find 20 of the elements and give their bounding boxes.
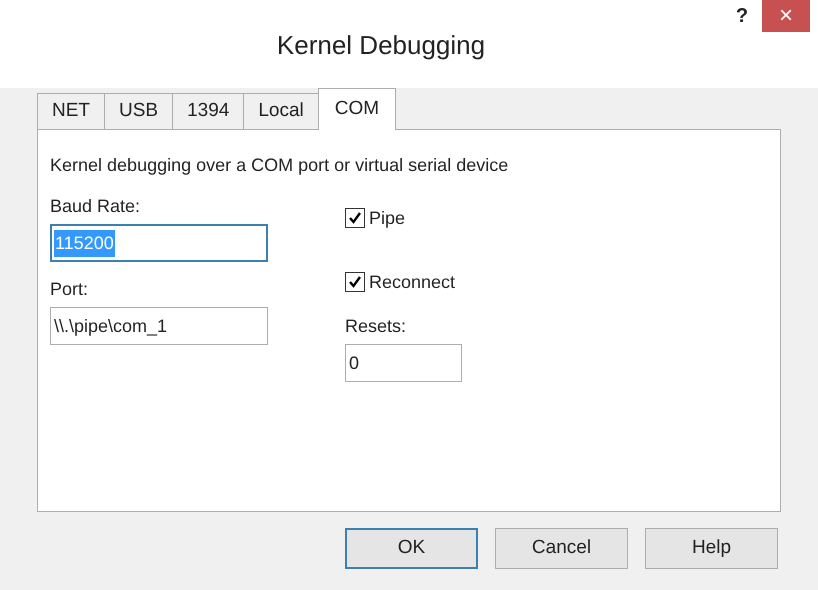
checkmark-icon [348,275,362,289]
window-title: Kernel Debugging [276,29,486,62]
close-button[interactable]: × [762,0,810,32]
description-text: Kernel debugging over a COM port or virtual serial device [50,154,510,177]
tab[interactable]: COM [318,88,396,130]
tab[interactable]: NET [37,93,105,129]
resets-field[interactable]: 0 [345,344,462,382]
field-label: Baud Rate: [50,195,142,218]
checkmark-icon [348,211,362,225]
checkbox[interactable] [345,208,365,228]
checkbox-label: Pipe [369,206,406,230]
dialog-button[interactable]: OK [345,528,478,569]
help-button[interactable]: ? [722,0,762,32]
checkbox[interactable] [345,272,365,292]
dialog-button[interactable]: Cancel [495,528,628,569]
port-field[interactable]: \\.\pipe\com_1 [50,307,268,345]
field-label: Resets: [345,315,408,338]
field-label: Port: [50,278,90,301]
dialog-button[interactable]: Help [645,528,778,569]
checkbox-label: Reconnect [369,270,456,294]
